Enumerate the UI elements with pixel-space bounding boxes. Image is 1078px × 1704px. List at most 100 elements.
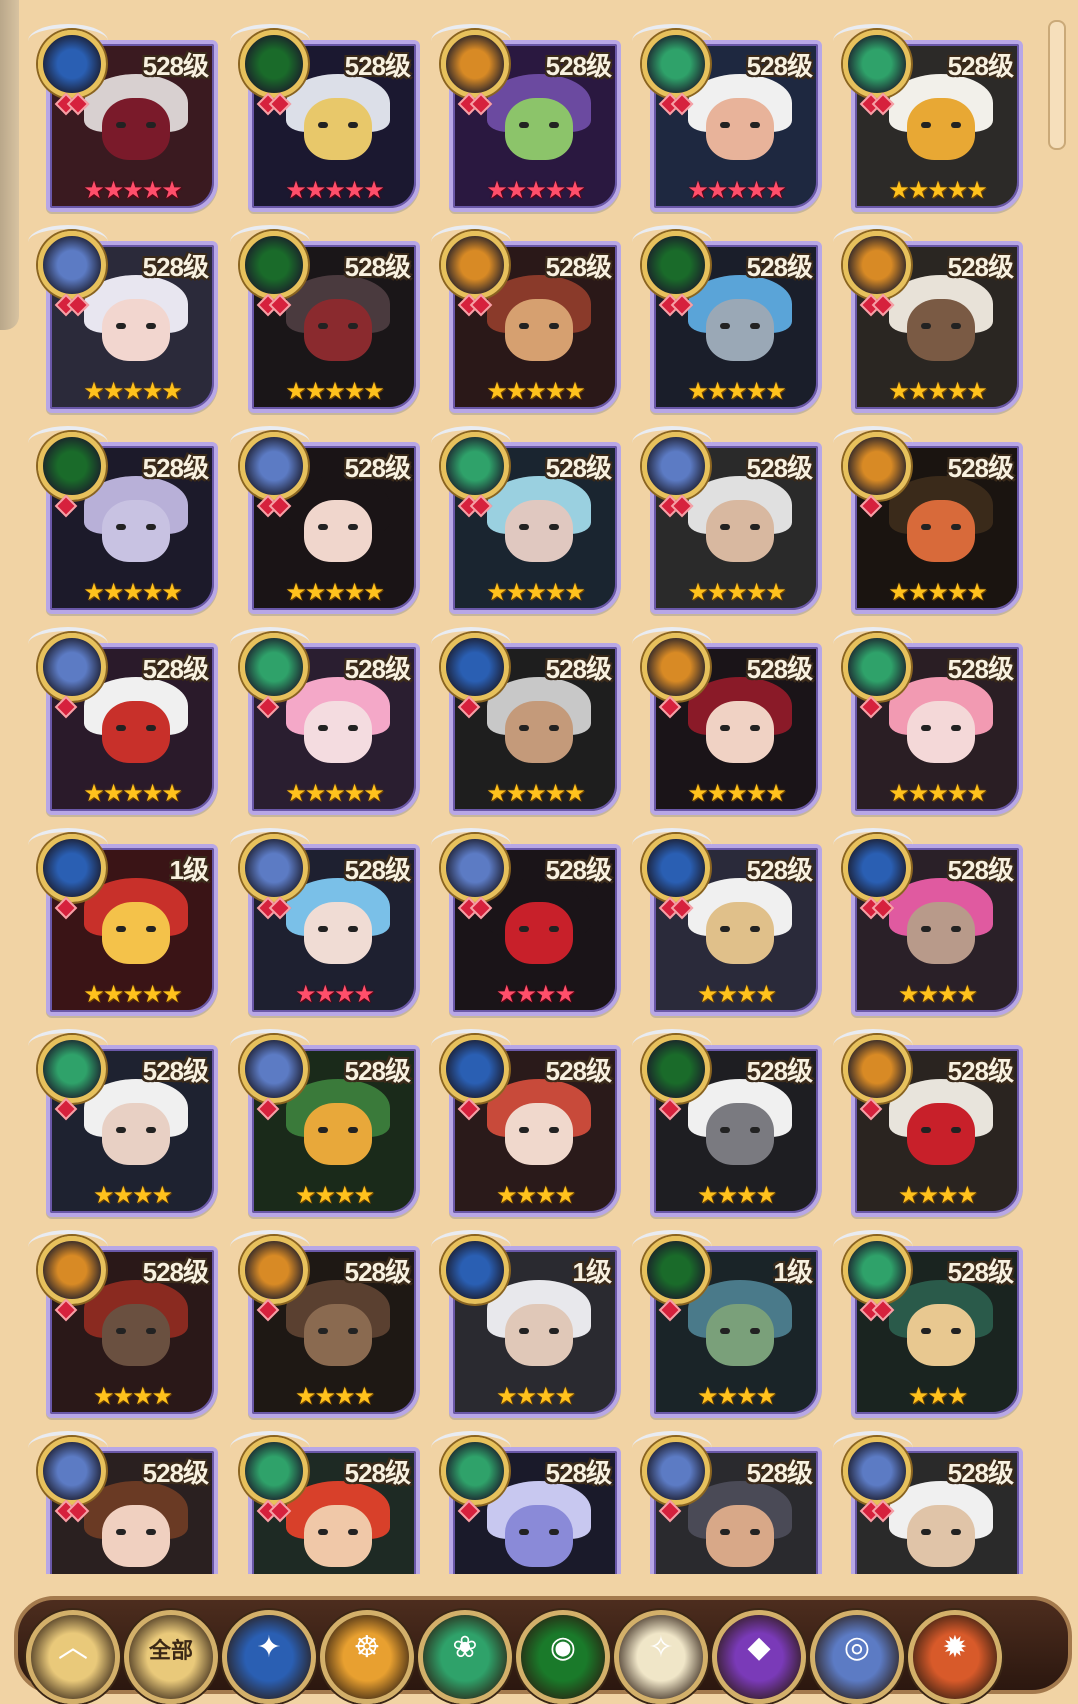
hero-face bbox=[907, 98, 975, 160]
hero-card[interactable]: 528级 ★★★★★ bbox=[28, 426, 218, 614]
filter-hypogean-button[interactable]: ◆ bbox=[712, 1610, 806, 1704]
filter-dimensional-button[interactable]: ◎ bbox=[810, 1610, 904, 1704]
hero-face bbox=[505, 902, 573, 964]
hero-card[interactable]: 528级 ★★★★★ bbox=[431, 225, 621, 413]
hero-eye bbox=[116, 1127, 126, 1133]
hero-eye bbox=[951, 122, 961, 128]
hero-stars: ★★★★★ bbox=[888, 779, 988, 807]
hero-eye bbox=[750, 524, 760, 530]
hero-card[interactable]: 528级 ★★★★ bbox=[632, 828, 822, 1016]
hero-card[interactable]: 528级 ★★★★★ bbox=[431, 24, 621, 212]
wilder-icon: ❀ bbox=[452, 1630, 478, 1665]
hero-card[interactable]: 528级 ★★★★★ bbox=[230, 24, 420, 212]
hero-card[interactable]: 528级 ★★★★ bbox=[632, 1029, 822, 1217]
hero-card[interactable]: 528级 ★★★★★ bbox=[632, 426, 822, 614]
hero-card[interactable]: 528级 ★★★★★ bbox=[230, 627, 420, 815]
hero-level: 528级 bbox=[545, 1458, 612, 1488]
hero-card[interactable]: 528级 ★★★★★ bbox=[833, 627, 1023, 815]
hero-card[interactable]: 528级 ★★★★★ bbox=[833, 426, 1023, 614]
hero-eye bbox=[951, 1529, 961, 1535]
celestial-faction-icon bbox=[642, 432, 710, 500]
hero-face bbox=[907, 701, 975, 763]
filter-wilder-button[interactable]: ❀ bbox=[418, 1610, 512, 1704]
mauler-faction-icon bbox=[38, 432, 106, 500]
hero-eye bbox=[951, 1328, 961, 1334]
hero-card[interactable]: 1级 ★★★★★ bbox=[28, 828, 218, 1016]
hero-stars: ★★★★★ bbox=[83, 980, 183, 1008]
hero-eye bbox=[318, 1127, 328, 1133]
graveborn-faction-icon bbox=[642, 633, 710, 701]
hero-card[interactable]: 1级 ★★★★ bbox=[632, 1230, 822, 1418]
hero-card[interactable]: 1级 ★★★★ bbox=[431, 1230, 621, 1418]
lightbearer-icon: ✦ bbox=[256, 1630, 282, 1665]
hero-card[interactable]: 528级 bbox=[230, 1431, 420, 1574]
hero-card[interactable]: 528级 bbox=[431, 1431, 621, 1574]
hero-face bbox=[706, 902, 774, 964]
hero-eye bbox=[750, 926, 760, 932]
filter-graveborn-button[interactable]: ☸ bbox=[320, 1610, 414, 1704]
graveborn-faction-icon bbox=[843, 432, 911, 500]
hero-stars: ★★★★★ bbox=[486, 377, 586, 405]
celestial-faction-icon bbox=[642, 1437, 710, 1505]
filter-all-label: 全部 bbox=[148, 1638, 193, 1663]
hero-card[interactable]: 528级 bbox=[28, 1431, 218, 1574]
hero-card[interactable]: 528级 ★★★★ bbox=[431, 1029, 621, 1217]
hero-level: 528级 bbox=[746, 654, 813, 684]
lightbearer-faction-icon bbox=[38, 30, 106, 98]
hero-eye bbox=[519, 1127, 529, 1133]
hero-eye bbox=[921, 1328, 931, 1334]
hero-eye bbox=[348, 725, 358, 731]
hero-card[interactable]: 528级 ★★★★ bbox=[230, 828, 420, 1016]
hero-stars: ★★★★★ bbox=[687, 176, 787, 204]
hero-card[interactable]: 528级 ★★★★★ bbox=[632, 627, 822, 815]
hero-card[interactable]: 528级 ★★★★★ bbox=[632, 225, 822, 413]
hero-card[interactable]: 528级 ★★★ bbox=[833, 1230, 1023, 1418]
hero-card[interactable]: 528级 ★★★★★ bbox=[28, 24, 218, 212]
hero-face bbox=[706, 701, 774, 763]
hero-card[interactable]: 528级 ★★★★★ bbox=[431, 627, 621, 815]
hero-eye bbox=[549, 524, 559, 530]
hero-eye bbox=[519, 1328, 529, 1334]
hero-card[interactable]: 528级 ★★★★ bbox=[230, 1029, 420, 1217]
filter-extra-button[interactable]: ✹ bbox=[908, 1610, 1002, 1704]
filter-celestial-button[interactable]: ✧ bbox=[614, 1610, 708, 1704]
filter-all-button[interactable]: 全部 bbox=[124, 1610, 218, 1704]
hero-card[interactable]: 528级 ★★★★ bbox=[833, 1029, 1023, 1217]
filter-mauler-button[interactable]: ◉ bbox=[516, 1610, 610, 1704]
hero-level: 528级 bbox=[545, 252, 612, 282]
hero-eye bbox=[318, 926, 328, 932]
hero-stars: ★★★★★ bbox=[687, 377, 787, 405]
hero-card[interactable]: 528级 ★★★★★ bbox=[28, 627, 218, 815]
dimensional-icon: ◎ bbox=[843, 1630, 871, 1665]
hero-eye bbox=[750, 1529, 760, 1535]
hero-card[interactable]: 528级 bbox=[833, 1431, 1023, 1574]
hero-card[interactable]: 528级 bbox=[632, 1431, 822, 1574]
hero-eye bbox=[519, 524, 529, 530]
hero-eye bbox=[348, 323, 358, 329]
hero-card[interactable]: 528级 ★★★★ bbox=[431, 828, 621, 1016]
hero-eye bbox=[750, 1127, 760, 1133]
hero-card[interactable]: 528级 ★★★★★ bbox=[230, 225, 420, 413]
filter-lightbearer-button[interactable]: ✦ bbox=[222, 1610, 316, 1704]
hero-card[interactable]: 528级 ★★★★ bbox=[28, 1029, 218, 1217]
hero-card[interactable]: 528级 ★★★★ bbox=[230, 1230, 420, 1418]
hero-eye bbox=[146, 1328, 156, 1334]
filter-collapse-up-button[interactable]: ︿ bbox=[26, 1610, 120, 1704]
celestial-icon: ✧ bbox=[648, 1630, 674, 1665]
hero-card[interactable]: 528级 ★★★★★ bbox=[833, 24, 1023, 212]
hero-level: 528级 bbox=[746, 855, 813, 885]
hero-face bbox=[304, 902, 372, 964]
hero-level: 528级 bbox=[746, 1056, 813, 1086]
hero-card[interactable]: 528级 ★★★★★ bbox=[230, 426, 420, 614]
hero-card[interactable]: 528级 ★★★★★ bbox=[632, 24, 822, 212]
hero-card[interactable]: 528级 ★★★★ bbox=[833, 828, 1023, 1016]
hero-card[interactable]: 528级 ★★★★★ bbox=[431, 426, 621, 614]
mauler-faction-icon bbox=[240, 231, 308, 299]
hero-face bbox=[102, 902, 170, 964]
hero-eye bbox=[318, 122, 328, 128]
hero-card[interactable]: 528级 ★★★★★ bbox=[833, 225, 1023, 413]
hero-card[interactable]: 528级 ★★★★★ bbox=[28, 225, 218, 413]
hero-card[interactable]: 528级 ★★★★ bbox=[28, 1230, 218, 1418]
hero-stars: ★★★★★ bbox=[486, 578, 586, 606]
hero-eye bbox=[750, 1328, 760, 1334]
